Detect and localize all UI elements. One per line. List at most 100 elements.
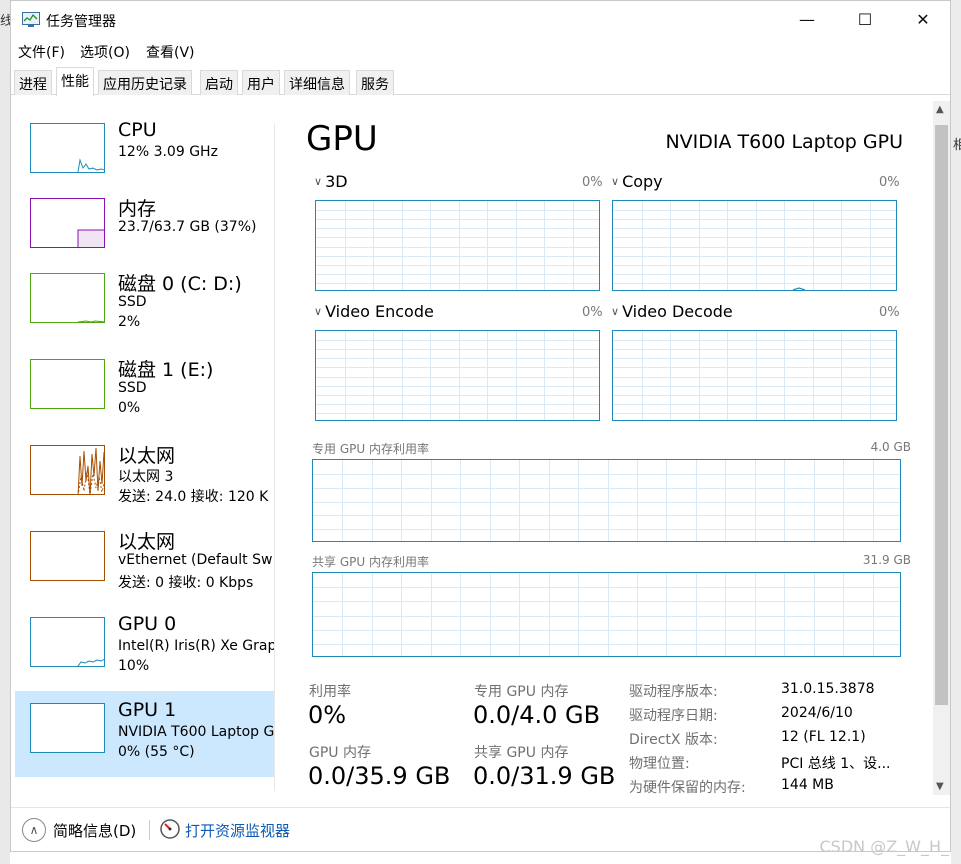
sidebar-item-value: 2% bbox=[118, 314, 141, 330]
grid-lines bbox=[313, 460, 900, 541]
ethernet-thumbnail-graph bbox=[30, 445, 105, 495]
grid-lines bbox=[316, 201, 599, 290]
tab-performance[interactable]: 性能 bbox=[56, 67, 94, 96]
minimize-button[interactable]: — bbox=[784, 1, 830, 39]
sidebar-item-gpu-1[interactable]: GPU 1 NVIDIA T600 Laptop G 0% (55 °C) bbox=[15, 691, 275, 777]
engine-percent-video-encode: 0% bbox=[582, 305, 603, 320]
background-window-left bbox=[0, 0, 10, 864]
resource-monitor-icon[interactable] bbox=[159, 818, 181, 840]
tab-processes[interactable]: 进程 bbox=[14, 70, 52, 95]
cpu-thumbnail-graph bbox=[30, 123, 105, 173]
sidebar-item-label: 磁盘 1 (E:) bbox=[118, 359, 214, 381]
menu-view[interactable]: 查看(V) bbox=[146, 42, 195, 62]
tab-details[interactable]: 详细信息 bbox=[284, 70, 350, 95]
engine-graph-copy bbox=[612, 200, 897, 291]
engine-selector-video-encode[interactable]: ∨ Video Encode bbox=[314, 302, 434, 321]
sidebar-item-label: CPU bbox=[118, 119, 157, 141]
vertical-scrollbar[interactable]: ▲ ▼ bbox=[933, 101, 950, 795]
chevron-down-icon: ∨ bbox=[611, 305, 620, 318]
directx-version-value: 12 (FL 12.1) bbox=[781, 729, 866, 745]
sidebar-item-vethernet[interactable]: 以太网 vEthernet (Default Sw 发送: 0 接收: 0 Kb… bbox=[15, 519, 275, 605]
tab-startup[interactable]: 启动 bbox=[200, 70, 238, 95]
sidebar-item-disk-1[interactable]: 磁盘 1 (E:) SSD 0% bbox=[15, 347, 275, 433]
scroll-up-arrow-icon[interactable]: ▲ bbox=[936, 104, 944, 115]
task-manager-icon bbox=[22, 12, 40, 27]
chevron-down-icon: ∨ bbox=[611, 175, 620, 188]
sidebar-item-value: 发送: 0 接收: 0 Kbps bbox=[118, 575, 254, 591]
maximize-button[interactable]: ☐ bbox=[842, 1, 888, 39]
gpu-memory-label: GPU 内存 bbox=[309, 745, 371, 761]
sidebar-item-detail: SSD bbox=[118, 294, 147, 310]
sidebar-item-detail: 以太网 3 bbox=[118, 469, 174, 485]
engine-percent-3d: 0% bbox=[582, 175, 603, 190]
reserved-memory-value: 144 MB bbox=[781, 777, 834, 793]
sidebar-item-label: GPU 1 bbox=[118, 699, 177, 721]
copy-usage-line bbox=[792, 287, 806, 290]
engine-selector-3d[interactable]: ∨ 3D bbox=[314, 172, 348, 191]
grid-lines bbox=[313, 573, 900, 656]
tab-users[interactable]: 用户 bbox=[242, 70, 280, 95]
tab-bar: 进程 性能 应用历史记录 启动 用户 详细信息 服务 bbox=[11, 67, 950, 96]
utilization-value: 0% bbox=[308, 701, 347, 729]
scrollbar-thumb[interactable] bbox=[935, 125, 948, 705]
reserved-memory-key: 为硬件保留的内存: bbox=[629, 780, 746, 796]
sidebar-item-label: GPU 0 bbox=[118, 613, 177, 635]
disk-0-thumbnail-graph bbox=[30, 273, 105, 323]
shared-gpu-memory-value: 0.0/31.9 GB bbox=[473, 762, 616, 790]
menu-file[interactable]: 文件(F) bbox=[18, 42, 65, 62]
grid-lines bbox=[613, 331, 896, 420]
sidebar-item-label: 内存 bbox=[118, 198, 157, 220]
background-text-right: 相 bbox=[953, 138, 961, 153]
dedicated-memory-graph bbox=[312, 459, 901, 542]
scroll-down-arrow-icon[interactable]: ▼ bbox=[936, 781, 944, 792]
engine-selector-copy[interactable]: ∨ Copy bbox=[611, 172, 663, 191]
sidebar-item-detail: SSD bbox=[118, 380, 147, 396]
engine-percent-copy: 0% bbox=[879, 175, 900, 190]
physical-location-key: 物理位置: bbox=[629, 756, 690, 772]
directx-version-key: DirectX 版本: bbox=[629, 732, 718, 748]
engine-graph-3d bbox=[315, 200, 600, 291]
sidebar-item-value: 0% (55 °C) bbox=[118, 744, 195, 760]
driver-version-key: 驱动程序版本: bbox=[629, 684, 718, 700]
menu-options[interactable]: 选项(O) bbox=[80, 42, 130, 62]
title-bar[interactable]: 任务管理器 — ☐ ✕ bbox=[11, 1, 950, 39]
footer-divider bbox=[149, 820, 150, 840]
engine-selector-video-decode[interactable]: ∨ Video Decode bbox=[611, 302, 733, 321]
sidebar-item-value: 发送: 24.0 接收: 120 K bbox=[118, 489, 269, 505]
brief-info-button[interactable]: 简略信息(D) bbox=[53, 820, 136, 841]
dedicated-memory-max: 4.0 GB bbox=[870, 440, 911, 454]
sidebar-item-cpu[interactable]: CPU 12% 3.09 GHz bbox=[15, 111, 275, 197]
sidebar-item-ethernet-3[interactable]: 以太网 以太网 3 发送: 24.0 接收: 120 K bbox=[15, 433, 275, 519]
sidebar-item-detail: Intel(R) Iris(R) Xe Grap bbox=[118, 638, 275, 654]
dedicated-memory-label: 专用 GPU 内存利用率 bbox=[312, 442, 429, 456]
shared-memory-graph bbox=[312, 572, 901, 657]
vethernet-thumbnail-graph bbox=[30, 531, 105, 581]
tab-services[interactable]: 服务 bbox=[356, 70, 394, 95]
tab-app-history[interactable]: 应用历史记录 bbox=[98, 70, 192, 95]
sidebar-divider bbox=[274, 123, 275, 791]
chevron-up-icon[interactable]: ∧ bbox=[22, 818, 46, 842]
driver-version-value: 31.0.15.3878 bbox=[781, 681, 875, 697]
page-title: GPU bbox=[306, 119, 378, 159]
shared-memory-label: 共享 GPU 内存利用率 bbox=[312, 555, 429, 569]
sidebar-item-value: 0% bbox=[118, 400, 141, 416]
physical-location-value: PCI 总线 1、设... bbox=[781, 756, 891, 772]
sidebar-item-disk-0[interactable]: 磁盘 0 (C: D:) SSD 2% bbox=[15, 261, 275, 347]
sidebar-item-gpu-0[interactable]: GPU 0 Intel(R) Iris(R) Xe Grap 10% bbox=[15, 605, 275, 691]
background-text-left: 线 bbox=[0, 14, 10, 29]
close-button[interactable]: ✕ bbox=[900, 1, 946, 39]
sidebar-item-label: 以太网 bbox=[118, 445, 176, 467]
open-resource-monitor-link[interactable]: 打开资源监视器 bbox=[185, 820, 290, 841]
driver-date-key: 驱动程序日期: bbox=[629, 708, 718, 724]
utilization-label: 利用率 bbox=[309, 684, 351, 700]
memory-thumbnail-graph bbox=[30, 198, 105, 248]
engine-graph-video-decode bbox=[612, 330, 897, 421]
gpu-detail-pane: GPU NVIDIA T600 Laptop GPU ∨ 3D 0% ∨ Copy … bbox=[281, 101, 931, 796]
grid-lines bbox=[316, 331, 599, 420]
watermark: CSDN @Z_W_H_ bbox=[819, 837, 949, 856]
sidebar-item-detail: 12% 3.09 GHz bbox=[118, 144, 218, 160]
sidebar-item-memory[interactable]: 内存 23.7/63.7 GB (37%) bbox=[15, 186, 275, 272]
disk-1-thumbnail-graph bbox=[30, 359, 105, 409]
dedicated-gpu-memory-value: 0.0/4.0 GB bbox=[473, 701, 601, 729]
chevron-down-icon: ∨ bbox=[314, 305, 323, 318]
